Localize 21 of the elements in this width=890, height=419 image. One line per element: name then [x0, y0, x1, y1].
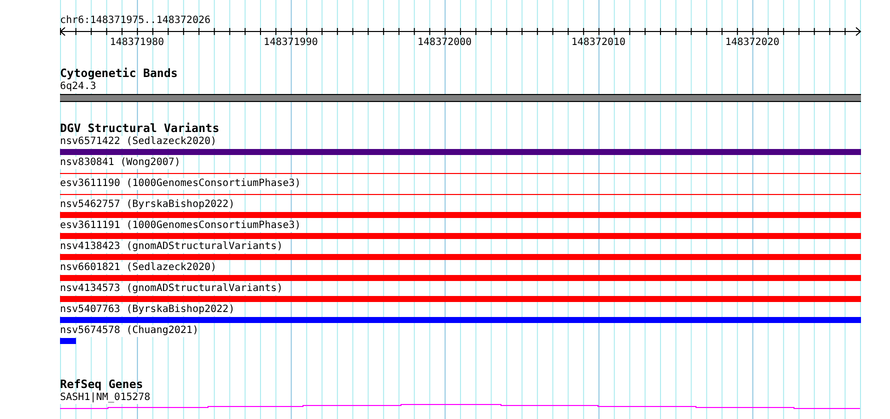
ruler-label: 148372020: [725, 37, 780, 48]
feature-label: nsv4134573 (gnomADStructuralVariants): [60, 283, 283, 295]
feature-label: nsv6571422 (Sedlazeck2020): [60, 136, 217, 148]
ruler-label: 148372010: [571, 37, 626, 48]
track-title: Cytogenetic Bands: [60, 67, 178, 80]
feature-label: nsv830841 (Wong2007): [60, 157, 180, 169]
ruler-label: 148371990: [264, 37, 318, 48]
track-title: RefSeq Genes: [60, 378, 144, 391]
feature-label: esv3611191 (1000GenomesConsortiumPhase3): [60, 220, 301, 232]
feature-label: nsv6601821 (Sedlazeck2020): [60, 262, 217, 274]
feature-label: esv3611190 (1000GenomesConsortiumPhase3): [60, 178, 301, 190]
feature-label: nsv5462757 (ByrskaBishop2022): [60, 199, 235, 211]
feature-label: nsv5674578 (Chuang2021): [60, 325, 198, 337]
feature-label: nsv5407763 (ByrskaBishop2022): [60, 304, 235, 316]
location-label: chr6:148371975..148372026: [60, 14, 212, 27]
feature-label: nsv4138423 (gnomADStructuralVariants): [60, 241, 283, 253]
ruler-label: 148372000: [418, 37, 472, 48]
feature-label: SASH1|NM_015278: [60, 392, 150, 404]
track-title: DGV Structural Variants: [60, 122, 220, 135]
feature-label: 6q24.3: [60, 81, 96, 93]
ruler-label: 148371980: [110, 37, 164, 48]
